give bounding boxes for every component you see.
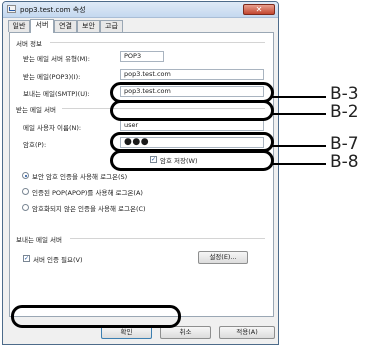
- checkbox-checked-icon: ✓: [24, 255, 30, 262]
- outgoing-server-heading: 보내는 메일 서버: [16, 236, 62, 244]
- callout-frame-b2: [110, 100, 274, 121]
- callout-label-b7: B-7: [330, 134, 359, 154]
- apply-button[interactable]: 적용(A): [219, 326, 275, 339]
- close-button[interactable]: ✕: [243, 4, 275, 15]
- auth-option-label: 인증된 POP(APOP)를 사용해 로그온(A): [32, 189, 143, 197]
- auth-radio-apop[interactable]: [22, 188, 29, 195]
- tab-advanced[interactable]: 고급: [100, 20, 123, 32]
- tab-general[interactable]: 일반: [8, 20, 30, 32]
- window-title: pop3.test.com 속성: [20, 6, 86, 14]
- leader-line-b2: [272, 113, 326, 115]
- incoming-type-label: 받는 메일 서버 유형(M):: [23, 55, 90, 63]
- callout-frame-b8: [110, 150, 274, 171]
- tab-security[interactable]: 보안: [77, 20, 100, 32]
- title-bar: pop3.test.com 속성 ✕: [3, 2, 278, 18]
- incoming-server-label: 받는 메일(POP3)(I):: [23, 73, 81, 81]
- tab-server[interactable]: 서버: [30, 19, 54, 33]
- username-label: 메일 사용자 이름(N):: [23, 124, 82, 132]
- app-icon: [7, 5, 16, 13]
- auth-option-label: 암호화되지 않은 인증을 사용해 로그온(C): [32, 205, 146, 213]
- divider: [50, 42, 265, 43]
- server-tab-panel: 서버 정보 받는 메일 서버 유형(M): POP3 받는 메일(POP3)(I…: [9, 32, 274, 317]
- auth-radio-plain[interactable]: [22, 204, 29, 211]
- outgoing-server-label: 보내는 메일(SMTP)(U):: [23, 90, 90, 98]
- settings-button[interactable]: 설정(E)...: [198, 251, 248, 264]
- server-info-heading: 서버 정보: [16, 40, 42, 48]
- auth-radio-spa[interactable]: [22, 172, 29, 179]
- callout-frame-auth: [11, 305, 181, 328]
- callout-label-b2: B-2: [330, 102, 359, 122]
- callout-label-b8: B-8: [330, 152, 359, 172]
- leader-line-b7: [272, 145, 326, 147]
- incoming-type-field: POP3: [120, 51, 164, 62]
- username-field[interactable]: user: [120, 120, 264, 131]
- leader-line-b8: [272, 163, 326, 165]
- incoming-server-heading: 받는 메일 서버: [16, 106, 57, 114]
- leader-line-b3: [272, 96, 326, 98]
- password-label: 암호(P):: [23, 141, 47, 149]
- callout-label-b3: B-3: [330, 84, 359, 104]
- divider: [70, 238, 265, 239]
- scrollbar[interactable]: [274, 33, 278, 317]
- tab-connection[interactable]: 연결: [54, 20, 77, 32]
- callout-frame-b7: [110, 132, 274, 152]
- auth-required-checkbox[interactable]: ✓: [23, 255, 30, 262]
- incoming-server-field[interactable]: pop3.test.com: [120, 69, 264, 80]
- auth-option-label: 보안 암호 인증을 사용해 로그온(S): [32, 173, 128, 181]
- properties-dialog: pop3.test.com 속성 ✕ 일반 서버 연결 보안 고급 서버 정보 …: [2, 1, 279, 345]
- close-icon: ✕: [255, 5, 263, 14]
- auth-required-label: 서버 인증 필요(V): [33, 256, 83, 264]
